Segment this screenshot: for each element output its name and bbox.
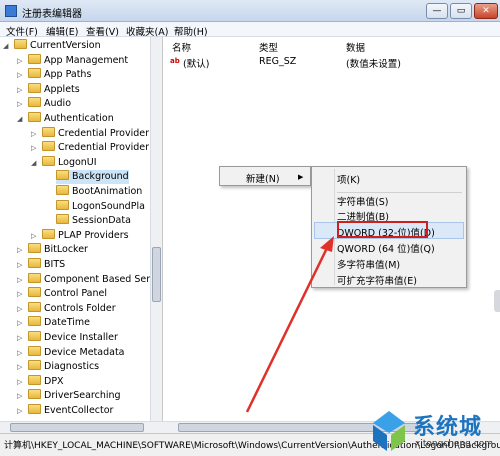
windows-logo-icon (373, 411, 405, 451)
tree-hscroll-thumb[interactable] (10, 423, 144, 432)
arrow-shaft (245, 247, 329, 413)
annotation-arrow (245, 236, 334, 413)
watermark: 系统城 xitongcheng.com (363, 405, 500, 456)
watermark-url: xitongcheng.com (415, 439, 493, 449)
side-grip (494, 290, 500, 312)
arrow-head (320, 236, 334, 252)
registry-editor-window: 注册表编辑器 — ▭ ✕ 文件(F) 编辑(E) 查看(V) 收藏夹(A) 帮助… (0, 0, 500, 456)
watermark-brand: 系统城 (413, 415, 483, 440)
